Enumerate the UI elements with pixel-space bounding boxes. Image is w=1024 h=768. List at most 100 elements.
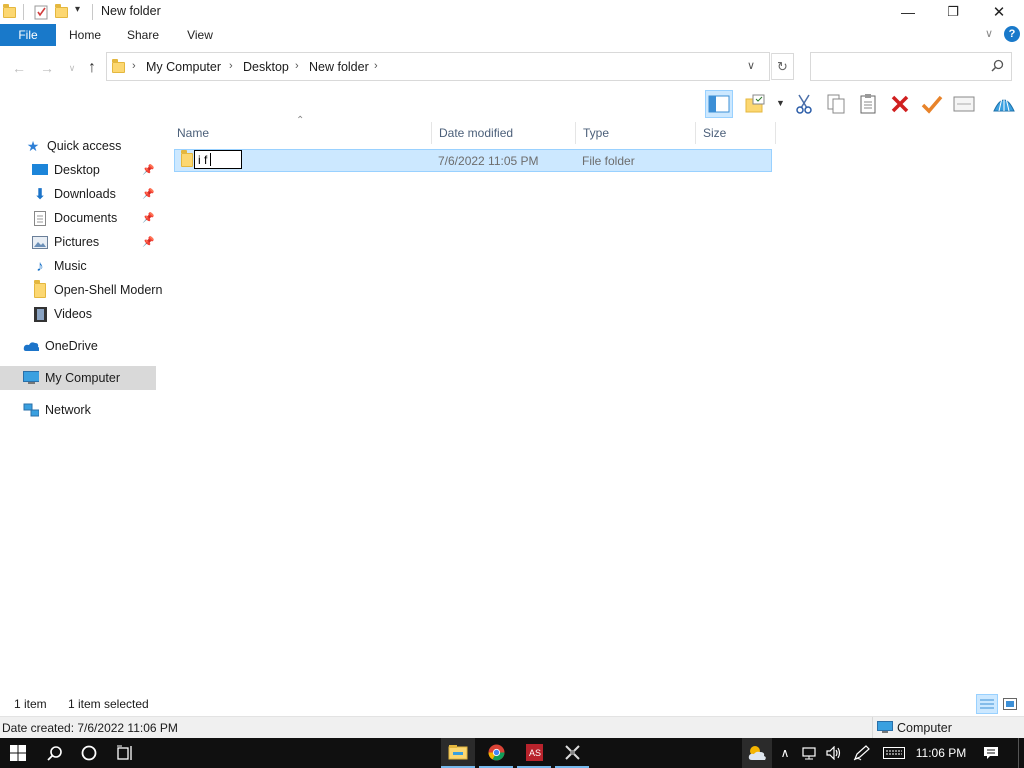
sidebar-item-open-shell[interactable]: Open-Shell Modern — [32, 279, 162, 301]
star-icon: ★ — [26, 137, 40, 154]
rename-input[interactable]: i f — [194, 150, 242, 169]
minimize-button[interactable]: — — [885, 0, 931, 24]
start-button[interactable] — [0, 738, 36, 768]
app-taskbar-icon[interactable]: AS — [517, 738, 551, 768]
address-dropdown-icon[interactable]: ∨ — [747, 59, 755, 72]
delete-icon[interactable] — [886, 90, 914, 118]
column-header-name[interactable]: Name — [170, 122, 432, 144]
task-view-icon[interactable] — [108, 738, 142, 768]
pin-icon[interactable]: 📌 — [142, 237, 154, 248]
pin-icon[interactable]: 📌 — [142, 165, 154, 176]
cortana-icon[interactable] — [72, 738, 106, 768]
nav-quick-access[interactable]: ★ Quick access — [25, 135, 122, 157]
weather-icon[interactable] — [742, 738, 772, 768]
folder-icon — [181, 150, 193, 167]
chevron-right-icon[interactable]: › — [132, 60, 136, 72]
large-icons-view-icon[interactable] — [1001, 696, 1019, 712]
tab-file[interactable]: File — [0, 24, 56, 46]
help-icon[interactable]: ? — [1004, 26, 1020, 42]
pen-icon[interactable] — [850, 738, 872, 768]
details-view-icon[interactable] — [976, 694, 998, 714]
computer-icon — [877, 721, 893, 737]
column-header-size[interactable]: Size — [696, 122, 776, 144]
sidebar-item-label: Videos — [54, 307, 92, 321]
chevron-right-icon[interactable]: › — [374, 60, 378, 72]
title-bar: ▾ New folder — ❐ ✕ — [0, 0, 1024, 24]
sidebar-item-my-computer[interactable]: My Computer — [23, 367, 120, 389]
sidebar-item-pictures[interactable]: Pictures — [32, 231, 99, 253]
sidebar-item-documents[interactable]: Documents — [32, 207, 117, 229]
window-title: New folder — [101, 4, 161, 18]
breadcrumb-desktop[interactable]: Desktop — [243, 60, 289, 74]
recent-locations-button[interactable]: ∨ — [62, 58, 82, 78]
up-button[interactable]: ↑ — [82, 58, 102, 78]
tool-taskbar-icon[interactable] — [555, 738, 589, 768]
item-count: 1 item — [14, 697, 47, 711]
keyboard-icon[interactable] — [880, 738, 908, 768]
refresh-button[interactable]: ↻ — [772, 53, 794, 80]
file-explorer-taskbar-icon[interactable] — [441, 738, 475, 768]
notification-icon[interactable] — [978, 738, 1004, 768]
copy-icon[interactable] — [822, 90, 850, 118]
show-hidden-icons-icon[interactable]: ∧ — [776, 738, 794, 768]
breadcrumb-my-computer[interactable]: My Computer — [146, 60, 221, 74]
chevron-right-icon[interactable]: › — [229, 60, 233, 72]
nav-label: Quick access — [47, 139, 122, 153]
cut-icon[interactable] — [790, 90, 818, 118]
close-button[interactable]: ✕ — [976, 0, 1022, 24]
forward-button[interactable]: → — [37, 58, 57, 78]
expand-ribbon-icon[interactable]: ∨ — [985, 27, 993, 40]
ribbon-tabs: File Home Share View ∨ ? — [0, 24, 1024, 46]
customize-qat-icon[interactable]: ▾ — [75, 4, 80, 15]
address-bar[interactable]: › My Computer › Desktop › New folder › ∨ — [106, 52, 772, 81]
volume-icon[interactable] — [823, 738, 845, 768]
tab-home[interactable]: Home — [60, 24, 110, 46]
column-header-date-modified[interactable]: Date modified — [432, 122, 576, 144]
sidebar-item-music[interactable]: ♪ Music — [32, 255, 87, 277]
sidebar-item-label: Network — [45, 403, 91, 417]
tab-share[interactable]: Share — [118, 24, 168, 46]
sidebar-item-label: Music — [54, 259, 87, 273]
email-icon[interactable] — [950, 90, 978, 118]
picture-icon — [32, 234, 48, 250]
table-row[interactable]: i f 7/6/2022 11:05 PM File folder — [174, 149, 772, 172]
sidebar-item-network[interactable]: Network — [23, 399, 91, 421]
file-list: ⌃ Name Date modified Type Size i f 7/6/2… — [170, 115, 1024, 690]
breadcrumb-new-folder[interactable]: New folder — [309, 60, 369, 74]
show-desktop-button[interactable] — [1018, 738, 1019, 768]
folder-icon — [3, 4, 19, 20]
properties-icon[interactable] — [33, 4, 49, 20]
chevron-right-icon[interactable]: › — [295, 60, 299, 72]
sidebar-item-downloads[interactable]: ⬇ Downloads — [32, 183, 116, 205]
sidebar-item-label: Desktop — [54, 163, 100, 177]
taskbar: AS ∧ 11:06 PM — [0, 738, 1024, 768]
network-icon[interactable] — [799, 738, 821, 768]
restore-button[interactable]: ❐ — [930, 0, 976, 24]
rename-check-icon[interactable] — [918, 90, 946, 118]
chrome-taskbar-icon[interactable] — [479, 738, 513, 768]
rename-input-value: i f — [198, 153, 208, 167]
sidebar-item-onedrive[interactable]: OneDrive — [23, 335, 98, 357]
search-icon[interactable] — [38, 738, 72, 768]
paste-icon[interactable] — [854, 90, 882, 118]
shell-icon[interactable] — [990, 90, 1018, 118]
chevron-down-icon[interactable]: ▼ — [776, 98, 785, 108]
search-input[interactable] — [810, 52, 1012, 81]
music-icon: ♪ — [36, 257, 44, 275]
divider — [23, 4, 24, 20]
folder-icon — [32, 279, 48, 298]
pin-icon[interactable]: 📌 — [142, 189, 154, 200]
sidebar-item-desktop[interactable]: Desktop — [32, 159, 100, 181]
clock[interactable]: 11:06 PM — [910, 738, 972, 768]
new-folder-icon[interactable] — [55, 4, 71, 20]
sidebar-item-label: Open-Shell Modern — [54, 283, 163, 297]
navigation-pane-button[interactable] — [705, 90, 733, 118]
column-header-type[interactable]: Type — [576, 122, 696, 144]
sidebar-item-label: Documents — [54, 211, 118, 225]
date-created: Date created: 7/6/2022 11:06 PM — [2, 721, 178, 735]
back-button[interactable]: ← — [9, 58, 29, 78]
sidebar-item-videos[interactable]: Videos — [32, 303, 92, 325]
pin-icon[interactable]: 📌 — [142, 213, 154, 224]
tab-view[interactable]: View — [176, 24, 224, 46]
new-folder-icon[interactable] — [742, 90, 770, 118]
